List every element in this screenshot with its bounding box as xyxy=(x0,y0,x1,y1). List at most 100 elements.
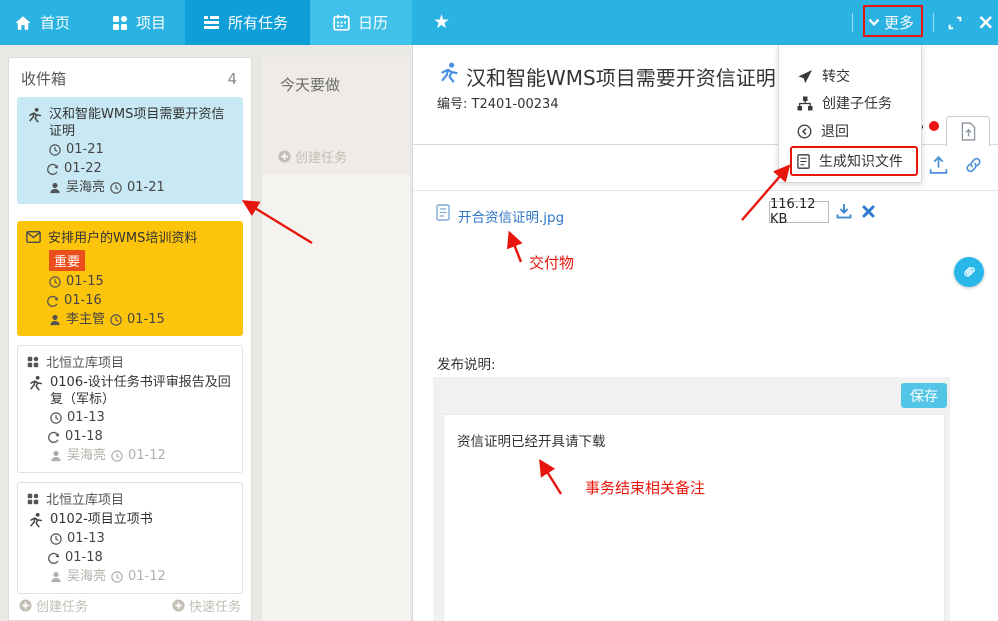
card-due-date: 01-22 xyxy=(64,160,102,178)
plus-circle-icon xyxy=(19,599,32,612)
today-create-task-button[interactable]: 创建任务 xyxy=(278,147,347,166)
task-card[interactable]: 汉和智能WMS项目需要开资信证明 01-21 01-22 吴海亮 01-21 xyxy=(17,97,243,204)
document-icon xyxy=(436,204,450,221)
nav-divider xyxy=(933,13,934,32)
create-task-label: 创建任务 xyxy=(36,596,88,615)
clock-icon xyxy=(110,314,122,326)
annotation-deliverable-label: 交付物 xyxy=(529,252,574,273)
expand-icon xyxy=(947,15,963,31)
nav-item-label: 首页 xyxy=(40,12,70,33)
task-number-value: T2401-00234 xyxy=(472,97,559,112)
card-owner: 吴海亮 xyxy=(67,447,106,465)
quick-task-label: 快速任务 xyxy=(189,596,241,615)
project-grid-icon xyxy=(27,356,39,368)
today-panel: 今天要做 创建任务 xyxy=(262,57,410,175)
upload-icon[interactable] xyxy=(928,155,949,175)
quick-task-button[interactable]: 快速任务 xyxy=(172,596,241,615)
card-owner-date: 01-12 xyxy=(128,447,166,465)
card-title: 汉和智能WMS项目需要开资信证明 xyxy=(49,106,234,140)
grid-icon xyxy=(112,15,128,31)
person-icon xyxy=(50,571,62,583)
inbox-panel: 收件箱 4 汉和智能WMS项目需要开资信证明 01-21 01-22 吴海亮01… xyxy=(8,57,252,621)
task-card[interactable]: 安排用户的WMS培训资料 重要 01-15 01-16 李主管 01-15 xyxy=(17,221,243,336)
card-owner: 吴海亮 xyxy=(66,179,105,197)
close-icon: × xyxy=(977,12,995,33)
task-type-icon xyxy=(437,62,459,84)
card-project: 北恒立库项目 xyxy=(46,355,124,372)
more-label: 更多 xyxy=(884,12,914,33)
return-icon xyxy=(797,124,812,139)
card-start-date: 01-13 xyxy=(67,530,105,548)
create-task-button[interactable]: 创建任务 xyxy=(19,596,88,615)
project-grid-icon xyxy=(27,493,39,505)
task-number: 编号: T2401-00234 xyxy=(437,93,559,112)
card-due-date: 01-18 xyxy=(65,428,103,446)
menu-item-label: 退回 xyxy=(821,121,849,141)
menu-item-label: 转交 xyxy=(822,66,850,86)
task-app: 首页 项目 所有任务 日历 ★ 更多 × xyxy=(0,0,998,621)
notes-section-label: 发布说明: xyxy=(437,353,496,373)
task-list-icon xyxy=(203,15,220,30)
plus-circle-icon xyxy=(172,599,185,612)
importance-badge: 重要 xyxy=(49,250,85,271)
attachment-file-size: 116.12 KB xyxy=(769,201,829,223)
link-icon[interactable] xyxy=(964,156,983,174)
paperclip-icon xyxy=(961,264,977,280)
person-icon xyxy=(49,314,61,326)
running-person-icon xyxy=(27,375,43,392)
file-upload-icon xyxy=(961,122,976,141)
card-owner-date: 01-15 xyxy=(127,311,165,329)
fullscreen-button[interactable] xyxy=(947,0,963,45)
plus-circle-icon xyxy=(278,150,291,163)
card-owner-date: 01-21 xyxy=(127,179,165,197)
card-due-date: 01-16 xyxy=(64,292,102,310)
running-person-icon xyxy=(27,512,43,529)
card-start-date: 01-15 xyxy=(66,273,104,291)
card-owner: 李主管 xyxy=(66,311,105,329)
redo-clock-icon xyxy=(46,163,59,176)
nav-item-projects[interactable]: 项目 xyxy=(112,0,166,45)
menu-item-return[interactable]: 退回 xyxy=(797,120,849,142)
nav-item-favorites[interactable]: ★ xyxy=(433,0,450,45)
more-button[interactable]: 更多 xyxy=(868,0,914,45)
card-start-date: 01-21 xyxy=(66,141,104,159)
chevron-down-icon xyxy=(868,18,880,27)
task-card[interactable]: 北恒立库项目 0102-项目立项书 01-13 01-18 吴海亮01-12 xyxy=(17,482,243,594)
top-nav: 首页 项目 所有任务 日历 ★ 更多 × xyxy=(0,0,998,45)
calendar-icon xyxy=(333,14,350,31)
save-button[interactable]: 保存 xyxy=(901,383,947,408)
person-icon xyxy=(49,182,61,194)
clock-icon xyxy=(111,450,123,462)
menu-item-generate-knowledge-file[interactable]: 生成知识文件 xyxy=(797,150,903,172)
download-icon[interactable] xyxy=(835,202,853,220)
notification-dot xyxy=(929,121,939,131)
card-title: 0106-设计任务书评审报告及回复（军标） xyxy=(50,374,233,408)
star-icon: ★ xyxy=(433,13,450,32)
task-number-label: 编号: xyxy=(437,97,467,112)
card-start-date: 01-13 xyxy=(67,409,105,427)
remove-attachment-icon[interactable] xyxy=(862,205,875,218)
home-icon xyxy=(14,14,32,32)
task-card[interactable]: 北恒立库项目 0106-设计任务书评审报告及回复（军标） 01-13 01-18… xyxy=(17,345,243,473)
nav-item-calendar[interactable]: 日历 xyxy=(333,0,388,45)
menu-item-label: 生成知识文件 xyxy=(819,151,903,171)
clock-icon xyxy=(49,276,61,288)
attach-file-fab[interactable] xyxy=(954,257,984,287)
nav-item-all-tasks[interactable]: 所有任务 xyxy=(203,0,288,45)
menu-item-create-subtask[interactable]: 创建子任务 xyxy=(797,92,892,114)
today-create-label: 创建任务 xyxy=(295,147,347,166)
tab-attachments[interactable] xyxy=(946,116,990,146)
inbox-count: 4 xyxy=(227,70,237,88)
card-title: 安排用户的WMS培训资料 xyxy=(48,230,197,247)
clock-icon xyxy=(110,182,122,194)
section-divider xyxy=(412,190,998,191)
nav-item-home[interactable]: 首页 xyxy=(14,0,70,45)
card-project: 北恒立库项目 xyxy=(46,492,124,509)
today-title: 今天要做 xyxy=(280,74,340,95)
close-button[interactable]: × xyxy=(977,0,995,45)
card-due-date: 01-18 xyxy=(65,549,103,567)
menu-item-forward[interactable]: 转交 xyxy=(797,65,850,87)
attachment-file-link[interactable]: 开合资信证明.jpg xyxy=(458,206,564,226)
clock-icon xyxy=(50,533,62,545)
card-owner-date: 01-12 xyxy=(128,568,166,586)
